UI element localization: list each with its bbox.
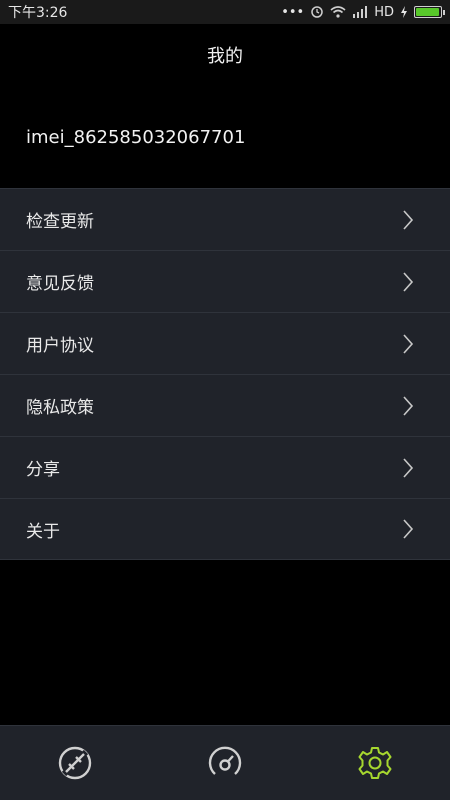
- speedometer-icon: [208, 746, 242, 775]
- menu-item-label: 意见反馈: [26, 274, 94, 294]
- status-time: 下午3:26: [8, 5, 68, 21]
- battery-level: [416, 8, 439, 16]
- status-bar: 下午3:26 ••• HD: [0, 0, 450, 24]
- menu-item-label: 分享: [26, 460, 60, 480]
- more-dots-icon: •••: [281, 4, 305, 20]
- tab-settings[interactable]: [330, 726, 420, 800]
- wifi-icon: [330, 6, 346, 18]
- menu-item-about[interactable]: 关于: [0, 498, 450, 560]
- menu-item-user-agreement[interactable]: 用户协议: [0, 312, 450, 374]
- signal-icon: [353, 6, 368, 18]
- chevron-right-icon: [403, 519, 414, 539]
- settings-menu: 检查更新 意见反馈 用户协议 隐私政策 分享 关于: [0, 188, 450, 560]
- status-icons: ••• HD: [281, 4, 445, 20]
- tab-speed[interactable]: [180, 726, 270, 800]
- chevron-right-icon: [403, 209, 414, 230]
- disconnect-link-icon: [58, 746, 92, 780]
- chevron-right-icon: [403, 457, 414, 478]
- charging-icon: [401, 6, 407, 18]
- chevron-right-icon: [403, 271, 414, 292]
- tab-disconnect[interactable]: [30, 726, 120, 800]
- menu-item-check-update[interactable]: 检查更新: [0, 188, 450, 250]
- menu-item-privacy-policy[interactable]: 隐私政策: [0, 374, 450, 436]
- menu-item-feedback[interactable]: 意见反馈: [0, 250, 450, 312]
- network-type: HD: [374, 4, 394, 20]
- chevron-right-icon: [403, 333, 414, 354]
- menu-item-label: 隐私政策: [26, 398, 94, 418]
- chevron-right-icon: [403, 395, 414, 416]
- alarm-icon: [311, 6, 323, 18]
- device-imei: imei_862585032067701: [26, 127, 246, 148]
- menu-item-share[interactable]: 分享: [0, 436, 450, 498]
- settings-gear-icon: [358, 747, 392, 779]
- menu-item-label: 关于: [26, 521, 60, 542]
- menu-item-label: 检查更新: [26, 212, 94, 232]
- bottom-tab-bar: [0, 725, 450, 800]
- battery-icon: [414, 6, 445, 18]
- page-title: 我的: [207, 46, 243, 67]
- menu-item-label: 用户协议: [26, 336, 94, 356]
